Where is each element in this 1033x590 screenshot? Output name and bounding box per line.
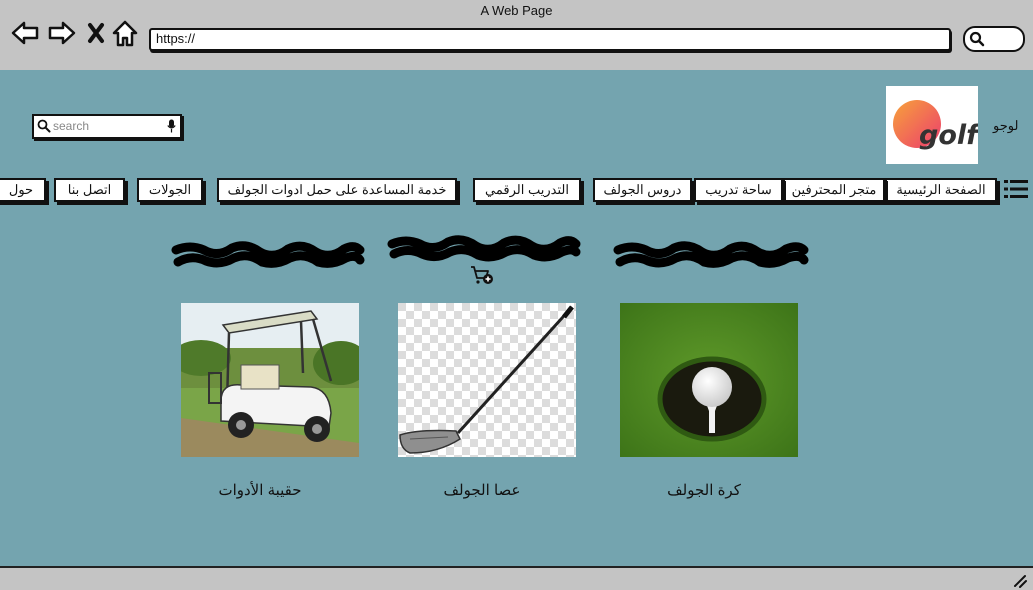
back-arrow-icon[interactable] [10, 18, 40, 48]
placeholder-heading-scribble [613, 241, 809, 268]
microphone-icon[interactable] [167, 119, 176, 133]
browser-search-button[interactable] [963, 26, 1025, 52]
search-icon [969, 31, 985, 47]
nav-item-caddie-service[interactable]: خدمة المساعدة على حمل ادوات الجولف [217, 178, 457, 202]
browser-chrome: A Web Page https:// [0, 0, 1033, 72]
golf-logo-icon: golf [893, 100, 981, 151]
placeholder-heading-scribble [387, 235, 581, 262]
web-page: لوجو golf الصفحة الرئيسية متجر المحترفين… [0, 70, 1033, 568]
logo[interactable]: golf [886, 86, 981, 164]
page-bottom-border [0, 566, 1033, 568]
add-to-cart-icon[interactable] [470, 265, 494, 285]
address-bar[interactable]: https:// [149, 28, 951, 51]
golf-ball-label: كرة الجولف [667, 482, 741, 499]
window-title: A Web Page [480, 3, 553, 18]
logo-text: golf [919, 120, 978, 151]
placeholder-heading-scribble [171, 241, 365, 268]
search-icon [37, 119, 51, 133]
nav-item-driving-range[interactable]: ساحة تدريب [694, 178, 783, 202]
hamburger-menu-icon[interactable] [1004, 178, 1028, 200]
search-input[interactable] [53, 117, 161, 134]
nav-item-golf-lessons[interactable]: دروس الجولف [593, 178, 692, 202]
tool-bag-label: حقيبة الأدوات [218, 482, 302, 499]
resize-grip-icon[interactable] [1013, 574, 1027, 588]
forward-arrow-icon[interactable] [47, 18, 77, 48]
home-icon[interactable] [110, 18, 140, 48]
logo-label: لوجو [993, 118, 1019, 133]
golf-club-label: عصا الجولف [443, 482, 521, 499]
golf-ball-image[interactable] [620, 303, 798, 457]
address-text: https:// [156, 31, 196, 46]
golf-club-image[interactable] [398, 303, 576, 457]
nav-item-tours[interactable]: الجولات [137, 178, 203, 202]
nav-item-pro-shop[interactable]: متجر المحترفين [783, 178, 885, 202]
search-box[interactable] [32, 114, 182, 139]
nav-item-digital-training[interactable]: التدريب الرقمي [473, 178, 581, 202]
golf-cart-image[interactable] [181, 303, 359, 457]
nav-item-about[interactable]: حول [0, 178, 46, 202]
nav-item-home[interactable]: الصفحة الرئيسية [885, 178, 997, 202]
nav-item-contact[interactable]: اتصل بنا [54, 178, 125, 202]
